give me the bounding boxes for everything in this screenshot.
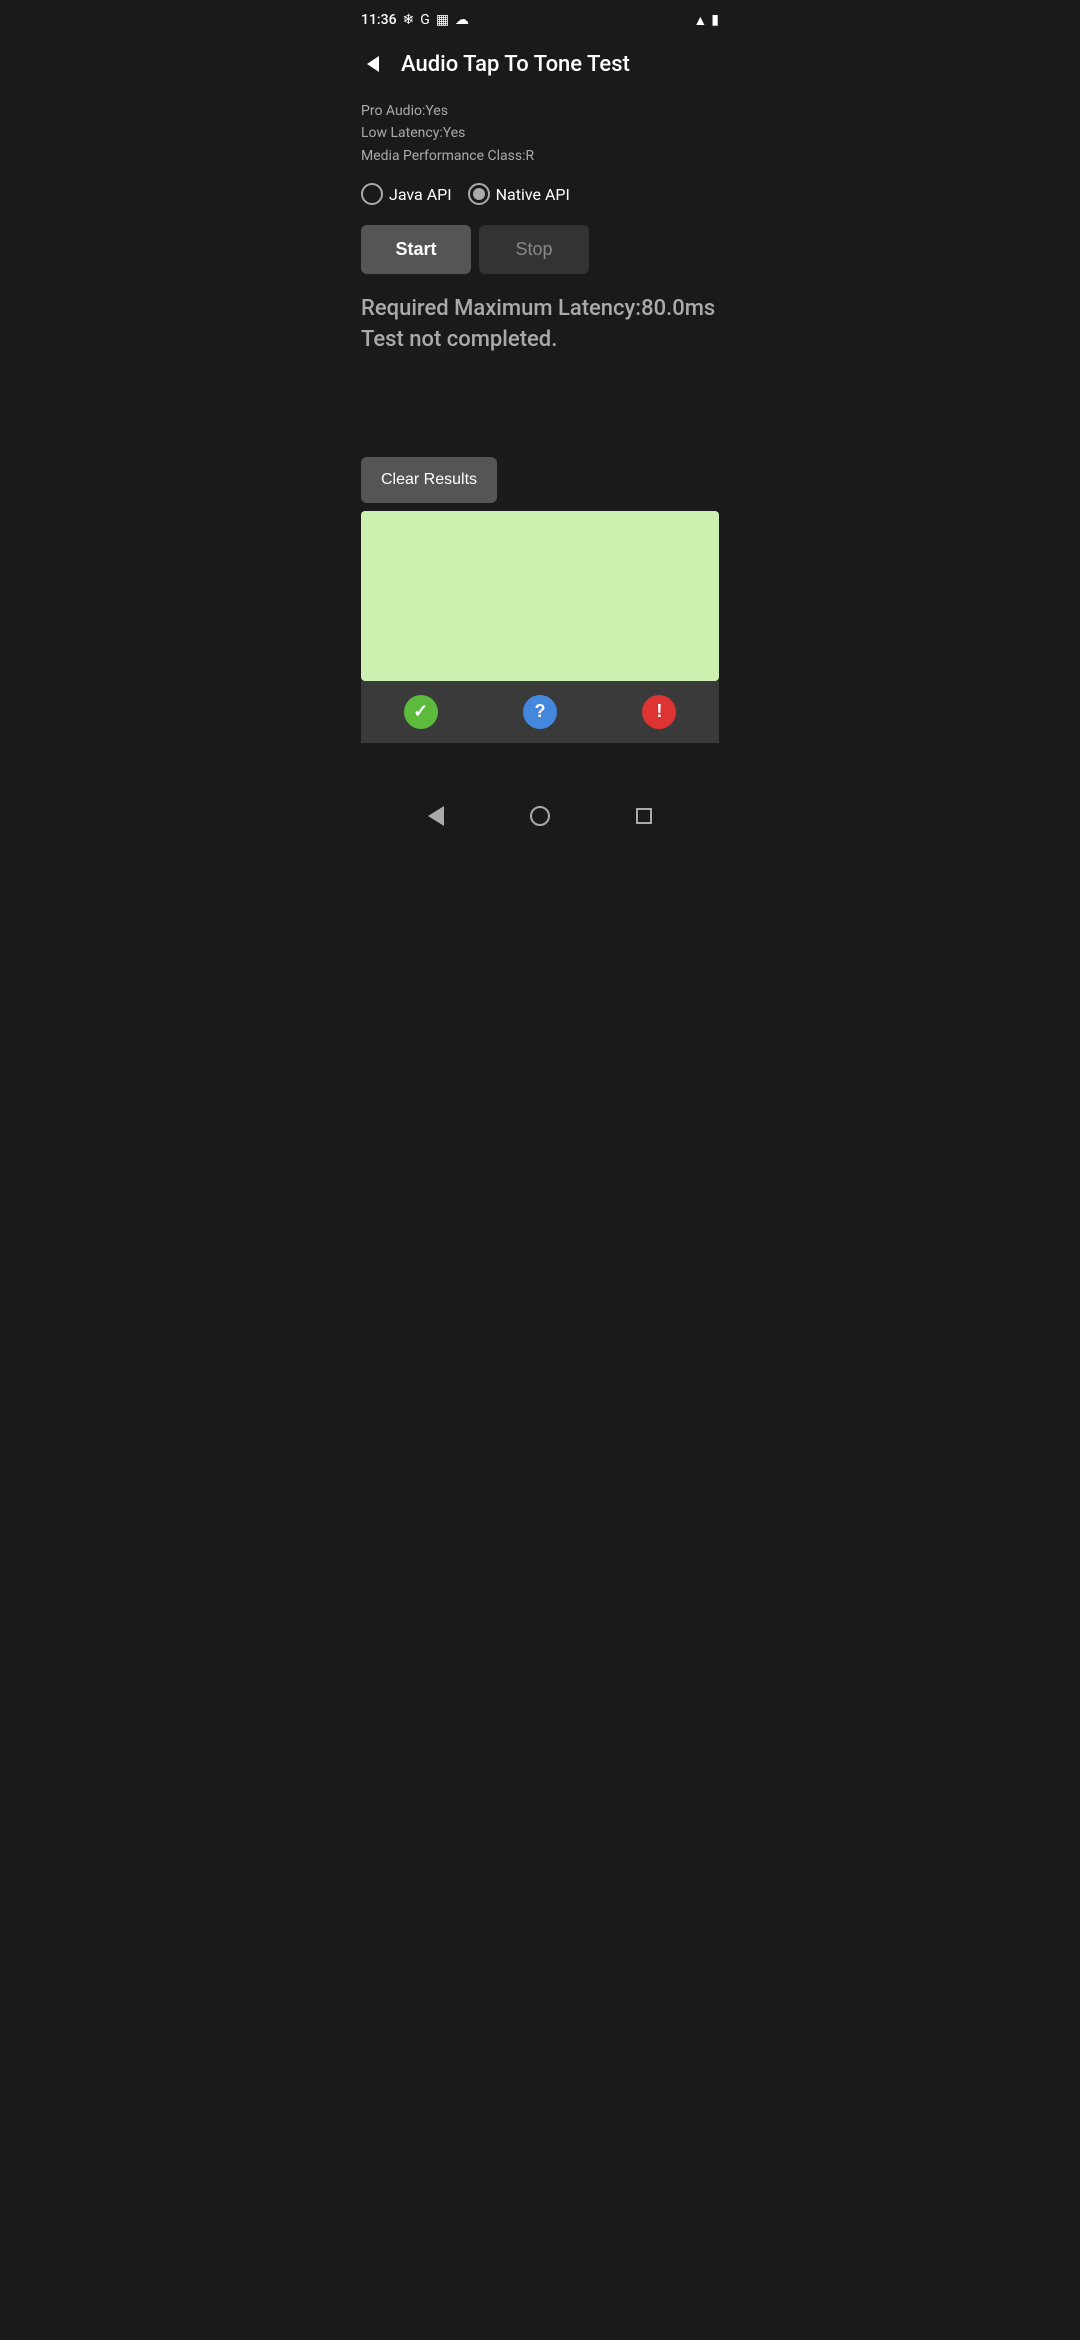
app-bar: Audio Tap To Tone Test bbox=[345, 36, 735, 92]
pass-check-icon: ✓ bbox=[404, 695, 438, 729]
clear-results-button[interactable]: Clear Results bbox=[361, 457, 497, 503]
media-perf-label: Media Performance Class:R bbox=[361, 145, 719, 167]
java-api-label: Java API bbox=[389, 185, 452, 204]
empty-space bbox=[345, 751, 735, 788]
content-area: Pro Audio:Yes Low Latency:Yes Media Perf… bbox=[345, 92, 735, 751]
nav-bar bbox=[345, 788, 735, 844]
nav-back-icon bbox=[428, 806, 444, 826]
google-icon: G bbox=[420, 12, 430, 28]
action-buttons: Start Stop bbox=[361, 225, 719, 274]
status-left: 11:36 ❄ G ▦ ☁ bbox=[361, 12, 469, 28]
battery-icon: ▮ bbox=[711, 12, 719, 28]
status-right: ▲ ▮ bbox=[693, 12, 719, 29]
result-line2: Test not completed. bbox=[361, 325, 719, 356]
status-time: 11:36 bbox=[361, 12, 397, 28]
cloud-icon: ☁ bbox=[455, 12, 469, 28]
calendar-icon: ▦ bbox=[436, 12, 449, 28]
info-button[interactable]: ? bbox=[480, 681, 599, 743]
wifi-icon: ▲ bbox=[693, 12, 707, 29]
native-api-radio-inner bbox=[473, 188, 485, 200]
spacer bbox=[361, 364, 719, 441]
api-radio-group: Java API Native API bbox=[361, 183, 719, 205]
question-mark-icon: ? bbox=[523, 695, 557, 729]
back-arrow-icon bbox=[367, 56, 379, 72]
pass-button[interactable]: ✓ bbox=[361, 681, 480, 743]
back-button[interactable] bbox=[353, 44, 393, 84]
nav-home-button[interactable] bbox=[522, 798, 558, 834]
fan-icon: ❄ bbox=[403, 12, 415, 28]
green-display-area bbox=[361, 511, 719, 681]
page-title: Audio Tap To Tone Test bbox=[401, 52, 630, 77]
nav-back-button[interactable] bbox=[420, 798, 452, 834]
status-bar: 11:36 ❄ G ▦ ☁ ▲ ▮ bbox=[345, 0, 735, 36]
java-api-radio[interactable]: Java API bbox=[361, 183, 452, 205]
nav-recents-button[interactable] bbox=[628, 800, 660, 832]
info-section: Pro Audio:Yes Low Latency:Yes Media Perf… bbox=[361, 100, 719, 167]
start-button[interactable]: Start bbox=[361, 225, 471, 274]
nav-home-icon bbox=[530, 806, 550, 826]
native-api-radio[interactable]: Native API bbox=[468, 183, 570, 205]
stop-button[interactable]: Stop bbox=[479, 225, 589, 274]
warning-button[interactable]: ! bbox=[600, 681, 719, 743]
nav-recents-icon bbox=[636, 808, 652, 824]
native-api-label: Native API bbox=[496, 185, 570, 204]
result-section: Required Maximum Latency:80.0ms Test not… bbox=[361, 294, 719, 356]
result-line1: Required Maximum Latency:80.0ms bbox=[361, 294, 719, 325]
warning-icon: ! bbox=[642, 695, 676, 729]
low-latency-label: Low Latency:Yes bbox=[361, 122, 719, 144]
java-api-radio-outer bbox=[361, 183, 383, 205]
native-api-radio-outer bbox=[468, 183, 490, 205]
bottom-action-buttons: ✓ ? ! bbox=[361, 681, 719, 743]
pro-audio-label: Pro Audio:Yes bbox=[361, 100, 719, 122]
